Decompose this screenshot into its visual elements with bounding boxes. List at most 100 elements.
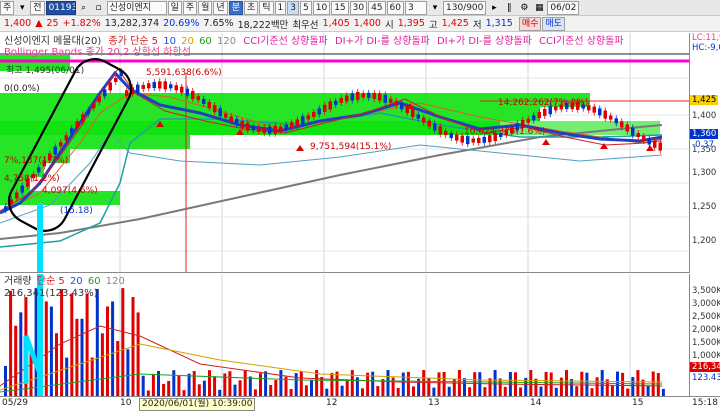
volume-bar bbox=[452, 378, 456, 396]
legend-item-ma60[interactable]: 60 bbox=[199, 36, 212, 47]
volume-bar bbox=[503, 386, 507, 396]
type-select[interactable]: 전 bbox=[30, 0, 45, 15]
volume-axis-tick: 1,500K bbox=[692, 338, 720, 348]
legend-item-vol-ma20[interactable]: 20 bbox=[70, 276, 83, 287]
legend-item-signal-di[interactable]: DI+가 DI-를 상향돌파 bbox=[335, 36, 430, 47]
legend-item-vol-ma60[interactable]: 60 bbox=[88, 276, 101, 287]
count-input[interactable]: 3 bbox=[405, 0, 427, 15]
volume-bar bbox=[468, 387, 472, 396]
volume-chart-canvas[interactable] bbox=[0, 274, 689, 396]
magnifier-icon[interactable]: ⌕ bbox=[77, 1, 91, 15]
stock-code-input[interactable]: 011930 bbox=[45, 0, 76, 15]
period-tick[interactable]: 틱 bbox=[259, 0, 274, 15]
volume-bar bbox=[396, 387, 400, 396]
volume-bar bbox=[631, 377, 635, 396]
pause-icon[interactable]: ‖ bbox=[502, 1, 516, 15]
period-second[interactable]: 초 bbox=[243, 0, 259, 15]
open-label: 시 bbox=[384, 19, 394, 31]
volume-bar bbox=[197, 384, 201, 396]
chevron-down-icon[interactable]: ▾ bbox=[428, 1, 442, 15]
volume-bar bbox=[361, 388, 364, 396]
period-day[interactable]: 일 bbox=[167, 0, 182, 15]
settings-icon[interactable]: ⚙ bbox=[517, 1, 531, 15]
volume-profile-label-1: 5,591,638(6.6%) bbox=[146, 68, 222, 78]
bollinger-hc-label: HC:-9,0 bbox=[692, 43, 720, 53]
price-chart-canvas[interactable] bbox=[0, 33, 689, 273]
volume-bar bbox=[330, 372, 334, 396]
market-select[interactable]: 주 bbox=[0, 0, 15, 15]
volume-bar bbox=[116, 341, 120, 396]
volume-axis-tick: 1,000K bbox=[692, 351, 720, 361]
legend-item-ma5[interactable]: 종가 단순 5 bbox=[109, 36, 159, 47]
calendar-icon[interactable]: ▦ bbox=[532, 1, 546, 15]
interval-3[interactable]: 3 bbox=[287, 0, 299, 15]
volume-axis[interactable]: 3,500K 3,000K 2,500K 2,000K 1,500K 1,000… bbox=[689, 274, 720, 396]
ask-price: 1,405 bbox=[322, 18, 350, 29]
volume-bar bbox=[534, 378, 538, 396]
price-chart[interactable]: 신성이엔지 메물대(20) 종가 단순 5 10 20 60 120 CCI기준… bbox=[0, 33, 689, 273]
volume-bar bbox=[213, 376, 217, 396]
volume-bar bbox=[269, 384, 273, 396]
legend-item-volume-profile[interactable]: 신성이엔지 메물대(20) bbox=[4, 36, 101, 47]
legend-item-signal-cci2[interactable]: CCI기준선 상향돌파 bbox=[539, 36, 624, 47]
volume-chart[interactable]: 거래량 단순 5 20 60 120 216,341(123.43%) bbox=[0, 274, 689, 396]
legend-item-vol-ma5[interactable]: 단순 5 bbox=[37, 276, 65, 287]
legend-item-signal-di2[interactable]: DI+가 DI-를 상향돌파 bbox=[437, 36, 532, 47]
period-month[interactable]: 월 bbox=[198, 0, 213, 15]
date-input[interactable]: 06/02 bbox=[547, 0, 580, 15]
volume-bar bbox=[621, 372, 625, 396]
interval-15[interactable]: 15 bbox=[331, 0, 349, 15]
legend-item-signal-cci[interactable]: CCI기준선 상향돌파 bbox=[243, 36, 328, 47]
sell-button[interactable]: 매도 bbox=[542, 16, 565, 31]
interval-45[interactable]: 45 bbox=[368, 0, 386, 15]
buy-button[interactable]: 매수 bbox=[518, 16, 542, 31]
interval-30[interactable]: 30 bbox=[349, 0, 368, 15]
volume-bar bbox=[202, 380, 206, 396]
volume-bar bbox=[264, 371, 268, 396]
volume-bar bbox=[167, 380, 171, 396]
volume-bar bbox=[345, 379, 349, 396]
stock-name: 신성이엔지 bbox=[106, 0, 167, 15]
legend-item-bollinger[interactable]: Bollinger Bands 종가 20,2 상한선 하한선 bbox=[4, 47, 191, 58]
volume-legend: 거래량 단순 5 20 60 120 bbox=[4, 276, 125, 288]
range-display: 130/900 bbox=[443, 0, 487, 15]
price-axis[interactable]: LC:11,9 HC:-9,0 1,425 1,400 1,350 1,360 … bbox=[689, 33, 720, 273]
trade-amount: 18,222백만 bbox=[237, 19, 289, 31]
legend-item-volume[interactable]: 거래량 bbox=[4, 276, 32, 287]
volume-profile-label-2: 14,262,262(7%-3%) bbox=[498, 98, 589, 108]
period-week[interactable]: 주 bbox=[182, 0, 198, 15]
period-minute[interactable]: 분 bbox=[228, 0, 243, 15]
legend-item-ma10[interactable]: 10 bbox=[163, 36, 176, 47]
lock-icon[interactable]: ▫ bbox=[92, 1, 106, 15]
volume-bar bbox=[121, 288, 125, 396]
volume-bar bbox=[55, 333, 58, 396]
volume-bar bbox=[570, 379, 574, 396]
volume-bar bbox=[595, 377, 599, 396]
interval-1[interactable]: 1 bbox=[274, 0, 287, 15]
period-year[interactable]: 년 bbox=[213, 0, 228, 15]
legend-item-vol-ma120[interactable]: 120 bbox=[106, 276, 125, 287]
volume-bar bbox=[80, 318, 84, 396]
date-axis[interactable]: 05/29 10 2020/06/01(월) 10:39:00 12 13 14… bbox=[0, 396, 720, 412]
volume-bar bbox=[141, 375, 145, 396]
volume-bar bbox=[554, 387, 558, 396]
volume-bar bbox=[304, 385, 308, 396]
play-icon[interactable]: ▸ bbox=[487, 1, 501, 15]
interval-60[interactable]: 60 bbox=[386, 0, 404, 15]
high-label: 고 bbox=[428, 19, 438, 31]
legend-item-ma20[interactable]: 20 bbox=[181, 36, 194, 47]
volume-bar bbox=[151, 373, 155, 396]
max-price-label: 최고 1,495(06/01) bbox=[6, 66, 85, 76]
chevron-down-icon[interactable]: ▾ bbox=[15, 1, 29, 15]
volume-bar bbox=[192, 371, 196, 396]
chart-toolbar: 주 ▾ 전 011930 ⌕ ▫ 신성이엔지 일 주 월 년 분 초 틱 1 3… bbox=[0, 0, 720, 16]
interval-10[interactable]: 10 bbox=[312, 0, 331, 15]
volume-bar bbox=[580, 371, 584, 396]
interval-5[interactable]: 5 bbox=[300, 0, 312, 15]
volume-bar bbox=[473, 372, 477, 396]
legend-item-ma120[interactable]: 120 bbox=[217, 36, 236, 47]
volume-bar bbox=[228, 371, 232, 396]
price-legend-line2: Bollinger Bands 종가 20,2 상한선 하한선 bbox=[4, 47, 191, 59]
volume-bar bbox=[253, 389, 257, 396]
volume-bar bbox=[44, 301, 48, 396]
